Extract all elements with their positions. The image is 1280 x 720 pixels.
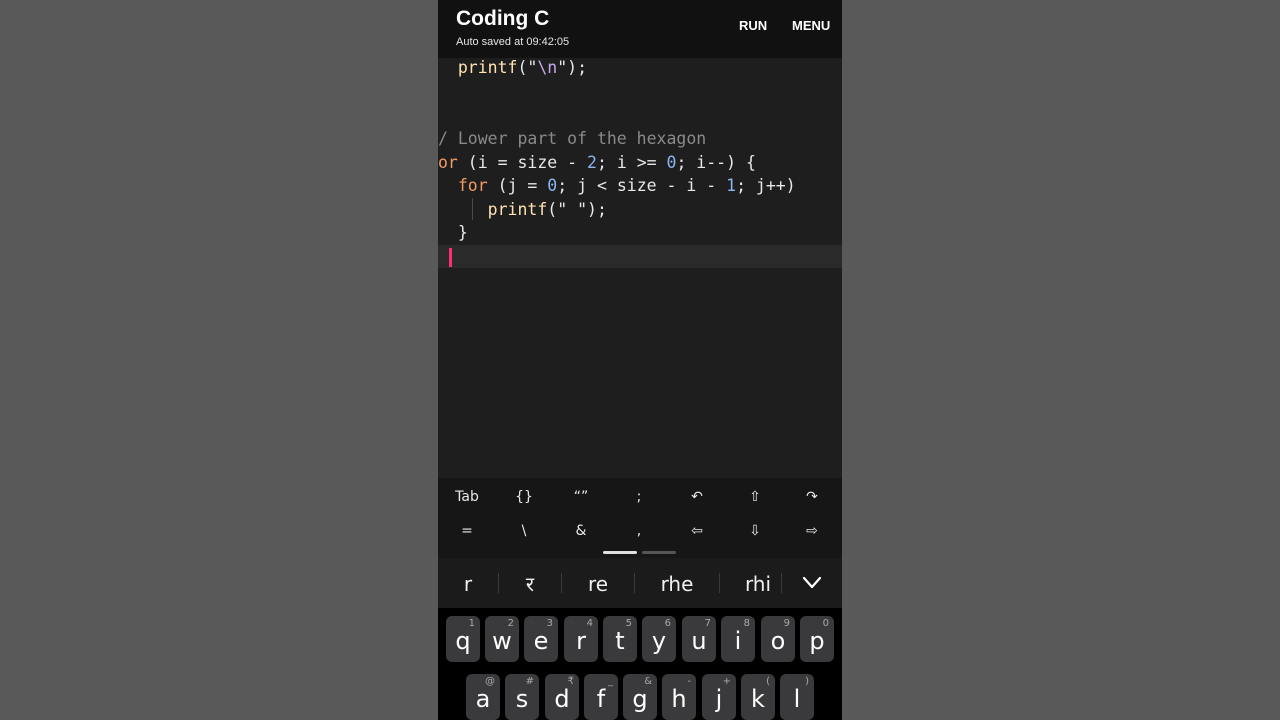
suggestion-divider bbox=[781, 573, 782, 593]
key-label: l bbox=[793, 685, 801, 713]
key-h[interactable]: -h bbox=[662, 674, 696, 720]
current-line-highlight bbox=[438, 245, 842, 268]
arrow-right-icon[interactable]: ⇨ bbox=[783, 514, 841, 548]
key-f[interactable]: _ f bbox=[584, 674, 618, 720]
key-y[interactable]: 6y bbox=[642, 616, 676, 662]
key-label: t bbox=[615, 627, 625, 655]
key-p[interactable]: 0p bbox=[800, 616, 834, 662]
key-label: o bbox=[770, 627, 786, 655]
symbol-bar: Tab {} “” ; ↶ ⇧ ↷ = \ & , ⇦ ⇩ ⇨ bbox=[438, 478, 842, 558]
code-line-printf-space[interactable]: printf(" "); bbox=[438, 198, 607, 222]
key-label: p bbox=[809, 627, 825, 655]
undo-icon[interactable]: ↶ bbox=[668, 480, 726, 514]
backslash-key[interactable]: \ bbox=[495, 514, 553, 548]
key-label: r bbox=[576, 627, 586, 655]
key-o[interactable]: 9o bbox=[761, 616, 795, 662]
code-line-inner-for[interactable]: for (j = 0; j < size - i - 1; j++) bbox=[438, 174, 796, 198]
key-label: k bbox=[751, 685, 765, 713]
chevron-down-icon bbox=[802, 576, 822, 589]
key-label: h bbox=[671, 685, 687, 713]
soft-keyboard: 1q 2w 3e 4r 5t 6y 7u 8i 9o 0p @ a # s ₹ d _… bbox=[438, 608, 842, 720]
phone-screen: Coding C Auto saved at 09:42:05 RUN MENU… bbox=[438, 0, 842, 720]
app-bar: Coding C Auto saved at 09:42:05 RUN MENU bbox=[438, 0, 842, 58]
page-indicator-active bbox=[603, 551, 637, 554]
key-label: j bbox=[715, 685, 723, 713]
key-s[interactable]: # s bbox=[505, 674, 539, 720]
run-button[interactable]: RUN bbox=[739, 18, 767, 33]
braces-key[interactable]: {} bbox=[495, 480, 553, 514]
shift-up-icon[interactable]: ⇧ bbox=[726, 480, 784, 514]
suggestion-strip: r र re rhe rhi bbox=[438, 558, 842, 608]
tab-key[interactable]: Tab bbox=[438, 480, 496, 514]
key-g[interactable]: & g bbox=[623, 674, 657, 720]
code-editor[interactable]: printf("\n"); / Lower part of the hexago… bbox=[438, 58, 842, 478]
semicolon-key[interactable]: ; bbox=[610, 480, 668, 514]
key-q[interactable]: 1q bbox=[446, 616, 480, 662]
key-j[interactable]: + j bbox=[702, 674, 736, 720]
key-label: i bbox=[734, 627, 742, 655]
key-e[interactable]: 3e bbox=[524, 616, 558, 662]
key-k[interactable]: (k bbox=[741, 674, 775, 720]
arrow-left-icon[interactable]: ⇦ bbox=[668, 514, 726, 548]
key-label: u bbox=[691, 627, 707, 655]
key-label: d bbox=[554, 685, 570, 713]
key-l[interactable]: ) l bbox=[780, 674, 814, 720]
key-r[interactable]: 4r bbox=[564, 616, 598, 662]
key-label: e bbox=[533, 627, 549, 655]
code-line-closing-brace[interactable]: } bbox=[438, 221, 468, 245]
key-label: w bbox=[492, 627, 512, 655]
suggestion-item[interactable]: r bbox=[438, 558, 498, 608]
key-u[interactable]: 7u bbox=[682, 616, 716, 662]
key-label: y bbox=[651, 627, 667, 655]
key-label: s bbox=[515, 685, 529, 713]
key-label: g bbox=[632, 685, 648, 713]
ampersand-key[interactable]: & bbox=[552, 514, 610, 548]
suggestion-item[interactable]: र bbox=[499, 558, 561, 608]
page-indicator-inactive bbox=[642, 551, 676, 554]
quotes-key[interactable]: “” bbox=[552, 480, 610, 514]
arrow-down-icon[interactable]: ⇩ bbox=[726, 514, 784, 548]
app-title: Coding C bbox=[456, 7, 550, 30]
autosave-status: Auto saved at 09:42:05 bbox=[456, 36, 570, 48]
code-line-outer-for[interactable]: or (i = size - 2; i >= 0; i--) { bbox=[438, 151, 756, 175]
key-d[interactable]: ₹ d bbox=[545, 674, 579, 720]
equals-key[interactable]: = bbox=[438, 514, 496, 548]
suggestion-item[interactable]: rhi bbox=[720, 558, 796, 608]
key-w[interactable]: 2w bbox=[485, 616, 519, 662]
comma-key[interactable]: , bbox=[610, 514, 668, 548]
menu-button[interactable]: MENU bbox=[792, 18, 830, 33]
redo-icon[interactable]: ↷ bbox=[783, 480, 841, 514]
key-t[interactable]: 5t bbox=[603, 616, 637, 662]
key-label: f bbox=[596, 685, 606, 713]
key-a[interactable]: @ a bbox=[466, 674, 500, 720]
code-line-comment[interactable]: / Lower part of the hexagon bbox=[438, 127, 706, 151]
key-i[interactable]: 8i bbox=[721, 616, 755, 662]
key-label: a bbox=[475, 685, 491, 713]
suggestion-item[interactable]: rhe bbox=[635, 558, 719, 608]
text-cursor bbox=[449, 248, 452, 267]
collapse-suggestions-button[interactable] bbox=[788, 558, 836, 608]
code-line-printf-newline[interactable]: printf("\n"); bbox=[438, 58, 587, 80]
key-label: q bbox=[455, 627, 471, 655]
suggestion-item[interactable]: re bbox=[562, 558, 634, 608]
